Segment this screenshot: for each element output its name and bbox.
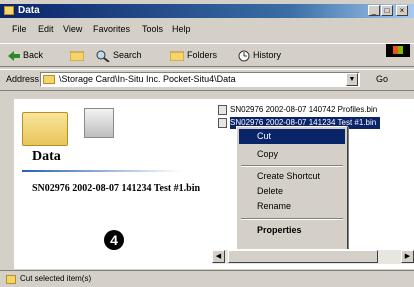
- menu-delete[interactable]: Delete: [239, 184, 345, 199]
- menu-favorites[interactable]: Favorites: [93, 21, 130, 37]
- up-folder-button[interactable]: [70, 48, 87, 62]
- scroll-left-button[interactable]: ◀: [212, 250, 225, 263]
- menu-bar: File Edit View Favorites Tools Help: [0, 21, 414, 57]
- file-icon: [218, 118, 227, 128]
- up-folder-icon: [70, 51, 84, 62]
- menu-properties[interactable]: Properties: [239, 223, 345, 238]
- step-callout-badge: 4: [104, 230, 124, 250]
- address-input[interactable]: \Storage Card\In-Situ Inc. Pocket-Situ4\…: [40, 72, 360, 87]
- search-button[interactable]: Search: [96, 48, 142, 62]
- scroll-right-button[interactable]: ▶: [401, 250, 414, 263]
- context-menu: Cut Copy Create Shortcut Delete Rename P…: [236, 126, 348, 254]
- horizontal-scrollbar[interactable]: ◀ ▶: [212, 249, 414, 264]
- menu-separator: [241, 165, 343, 167]
- search-icon: [96, 50, 110, 62]
- document-icon: [84, 108, 114, 138]
- menu-rename[interactable]: Rename: [239, 199, 345, 214]
- scroll-thumb[interactable]: [228, 250, 378, 263]
- pane-divider: [22, 170, 182, 172]
- menu-copy[interactable]: Copy: [239, 147, 345, 162]
- menu-file[interactable]: File: [12, 21, 27, 37]
- selected-file-name: SN02976 2002-08-07 141234 Test #1.bin: [32, 183, 201, 194]
- go-button[interactable]: Go: [376, 74, 388, 84]
- folders-button[interactable]: Folders: [170, 48, 217, 62]
- menu-cut[interactable]: Cut: [239, 129, 345, 144]
- address-path: \Storage Card\In-Situ Inc. Pocket-Situ4\…: [59, 74, 236, 84]
- folder-icon: [43, 75, 55, 84]
- history-label: History: [253, 50, 282, 60]
- folder-icon: [22, 112, 68, 146]
- minimize-button[interactable]: _: [368, 5, 380, 16]
- status-text: Cut selected item(s): [20, 274, 92, 283]
- folders-icon: [170, 51, 184, 62]
- address-dropdown-button[interactable]: ▼: [346, 73, 358, 86]
- close-button[interactable]: ×: [396, 5, 408, 16]
- title-bar: Data _ □ ×: [0, 4, 414, 18]
- folders-label: Folders: [187, 50, 218, 60]
- history-icon: [238, 50, 250, 62]
- pane-folder-title: Data: [32, 149, 61, 164]
- maximize-button[interactable]: □: [381, 5, 393, 16]
- back-label: Back: [23, 50, 44, 60]
- file-icon: [218, 105, 227, 115]
- window-title: Data: [18, 5, 40, 16]
- folder-icon: [4, 6, 14, 15]
- status-folder-icon: [6, 275, 16, 284]
- menu-edit[interactable]: Edit: [38, 21, 54, 37]
- menu-separator: [241, 218, 343, 220]
- file-name: SN02976 2002-08-07 140742 Profiles.bin: [230, 105, 378, 114]
- explorer-window: Data _ □ × File Edit View Favorites Tool…: [0, 0, 414, 287]
- address-label: Address: [6, 74, 40, 84]
- menu-view[interactable]: View: [63, 21, 82, 37]
- menu-help[interactable]: Help: [172, 21, 191, 37]
- standard-toolbar: Back Search Folders History: [0, 43, 414, 67]
- menu-tools[interactable]: Tools: [142, 21, 163, 37]
- back-arrow-icon: [8, 50, 20, 61]
- status-bar: Cut selected item(s): [0, 270, 414, 287]
- search-label: Search: [113, 50, 142, 60]
- history-button[interactable]: History: [238, 48, 281, 62]
- file-item[interactable]: SN02976 2002-08-07 140742 Profiles.bin: [218, 104, 414, 116]
- menu-create-shortcut[interactable]: Create Shortcut: [239, 169, 345, 184]
- back-button[interactable]: Back: [8, 48, 43, 62]
